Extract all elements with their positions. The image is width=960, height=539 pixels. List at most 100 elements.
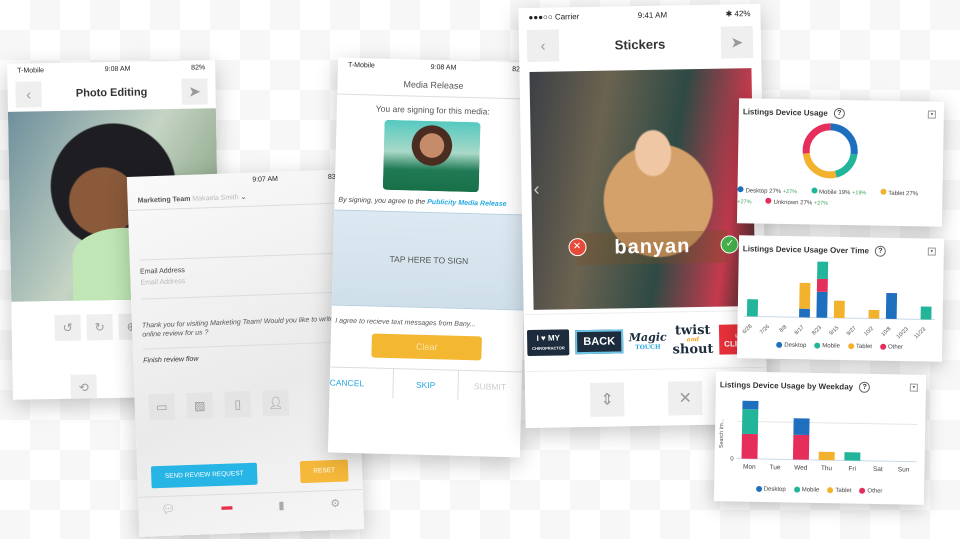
gear-icon: ⚙: [330, 497, 341, 511]
legend-entry-other[interactable]: Other: [879, 343, 903, 351]
bar-tablet-thu[interactable]: [818, 451, 835, 461]
clear-button[interactable]: Clear: [371, 333, 482, 361]
bar-desktop-10-8[interactable]: [885, 292, 898, 319]
legend-entry-desktop[interactable]: Desktop: [776, 341, 806, 349]
donut-slice-mobile[interactable]: [834, 153, 858, 178]
bar-mobile-fri[interactable]: [844, 452, 861, 461]
review-message[interactable]: Thank you for visiting Marketing Team! W…: [141, 314, 348, 350]
previous-arrow-icon[interactable]: ‹: [533, 179, 539, 200]
bar-desktop-mon[interactable]: [742, 400, 759, 410]
page-title: Photo Editing: [75, 86, 148, 100]
back-button[interactable]: ‹: [526, 29, 560, 62]
panel-menu-button[interactable]: ▾: [909, 383, 918, 392]
bar-desktop-wed[interactable]: [793, 418, 810, 436]
tab-chat[interactable]: 💬︎: [161, 502, 175, 515]
remove-sticker-button[interactable]: ✕: [567, 237, 587, 256]
y-tick-label: 0: [730, 456, 734, 462]
legend-entry-mobile[interactable]: Mobile: [793, 486, 820, 494]
legend-entry-other[interactable]: Other: [859, 487, 882, 495]
donut-slice-unknown[interactable]: [802, 123, 831, 154]
card-option[interactable]: ▭: [148, 393, 176, 421]
panel-menu-button[interactable]: ▾: [927, 110, 936, 119]
paper-plane-icon: ➤: [188, 83, 202, 101]
bar-tablet-10-2[interactable]: [868, 309, 880, 319]
nav-bar: ‹ Photo Editing ➤: [7, 74, 216, 112]
send-button[interactable]: ➤: [181, 78, 208, 105]
legend-entry: Desktop 27% +27%: [737, 186, 804, 195]
donut-chart: [802, 123, 858, 179]
battery: 82%: [191, 63, 206, 72]
signature-pad[interactable]: TAP HERE TO SIGN: [331, 209, 527, 311]
submit-button[interactable]: SUBMIT: [458, 371, 522, 402]
panel-menu-button[interactable]: ▾: [927, 247, 936, 256]
confirm-sticker-button[interactable]: ✓: [720, 234, 740, 254]
pencil-cross-icon: ✕: [678, 390, 693, 408]
sticker-item[interactable]: twist and shout: [672, 323, 713, 358]
user-name: Makaela Smith: [192, 193, 239, 203]
skip-button[interactable]: SKIP: [393, 369, 459, 400]
bar-mobile-mon[interactable]: [741, 409, 759, 435]
finish-flow-option[interactable]: Finish review flow: [143, 350, 348, 365]
sms-consent-toggle[interactable]: I agree to recieve text messages from Ba…: [335, 318, 523, 330]
bar-other-wed[interactable]: [792, 434, 810, 460]
contact-option[interactable]: 👤︎: [262, 389, 290, 417]
sticker-item[interactable]: Magic TOUCH: [629, 331, 667, 352]
legend-entry-mobile[interactable]: Mobile: [814, 342, 840, 350]
reset-icon: ⟲: [78, 380, 89, 395]
sticker-canvas[interactable]: ‹ › banyan ✕ ✓: [529, 68, 756, 310]
bar-mobile-6-28[interactable]: [746, 299, 759, 317]
image-option[interactable]: ▨: [186, 392, 214, 419]
bar-tablet-8-17[interactable]: [799, 282, 811, 309]
carrier: T-Mobile: [17, 66, 45, 75]
phone-field[interactable]: [137, 203, 345, 261]
help-icon[interactable]: ?: [874, 245, 887, 257]
x-tick-label: 9/15: [828, 325, 840, 337]
cancel-button[interactable]: CANCEL: [329, 367, 395, 399]
x-tick-label: 6/28: [742, 324, 754, 336]
tab-settings[interactable]: ⚙: [330, 497, 340, 510]
media-thumbnail: [382, 119, 481, 193]
y-axis-label: Search Im...: [719, 418, 726, 448]
donut-slice-tablet[interactable]: [802, 152, 837, 179]
reset-button[interactable]: ⟲: [70, 374, 97, 400]
resize-button[interactable]: ⇕: [589, 382, 625, 417]
reset-button[interactable]: RESET: [299, 459, 349, 484]
sticker-overlay[interactable]: banyan: [576, 230, 729, 265]
send-review-request-button[interactable]: SEND REVIEW REQUEST: [150, 462, 258, 489]
stickers-screen: ●●●○○ Carrier 9:41 AM ✱ 42% ‹ Stickers ➤…: [518, 3, 768, 429]
agreement-text: By signing, you agree to the Publicity M…: [334, 197, 526, 209]
help-icon[interactable]: ?: [859, 381, 871, 393]
bar-tablet-9-15[interactable]: [833, 300, 845, 319]
send-button[interactable]: ➤: [720, 26, 754, 59]
bar-other-8-23[interactable]: [816, 278, 828, 292]
x-tick-label: Sun: [898, 466, 910, 473]
sticker-item[interactable]: BACK: [575, 329, 624, 355]
cancel-edit-button[interactable]: ✕: [667, 380, 703, 416]
bar-desktop-8-17[interactable]: [799, 308, 810, 318]
tab-analytics[interactable]: ▮: [278, 499, 284, 512]
bar-desktop-8-23[interactable]: [816, 291, 828, 318]
tab-messages[interactable]: ▬: [221, 500, 232, 513]
legend-entry-tablet[interactable]: Tablet: [827, 487, 851, 494]
chart-legend: Desktop Mobile Tablet Other: [714, 485, 924, 495]
sign-prompt: TAP HERE TO SIGN: [389, 253, 469, 267]
image-icon: ▨: [193, 398, 206, 413]
bar-other-mon[interactable]: [741, 433, 758, 459]
help-icon[interactable]: ?: [833, 107, 845, 120]
publicity-release-link[interactable]: Publicity Media Release: [427, 199, 507, 208]
bar-mobile-11-23[interactable]: [920, 306, 932, 320]
bar-mobile-8-23[interactable]: [817, 261, 829, 280]
chart-legend: Desktop Mobile Tablet Other: [737, 341, 942, 351]
legend-entry-desktop[interactable]: Desktop: [755, 485, 786, 493]
rotate-right-button[interactable]: ↻: [86, 314, 113, 341]
account-name: Marketing Team: [137, 195, 191, 205]
rotate-left-button[interactable]: ↺: [54, 314, 81, 342]
x-tick-label: 10/2: [863, 326, 875, 338]
sticker-item[interactable]: I ♥ MY CHIROPRACTOR: [526, 329, 570, 357]
legend-entry-tablet[interactable]: Tablet: [847, 343, 872, 350]
close-icon: ✕: [572, 241, 582, 253]
email-input[interactable]: Email Address: [140, 272, 346, 300]
device-option[interactable]: ▯: [224, 390, 252, 418]
back-button[interactable]: ‹: [15, 81, 42, 108]
donut-slice-desktop[interactable]: [830, 123, 858, 155]
